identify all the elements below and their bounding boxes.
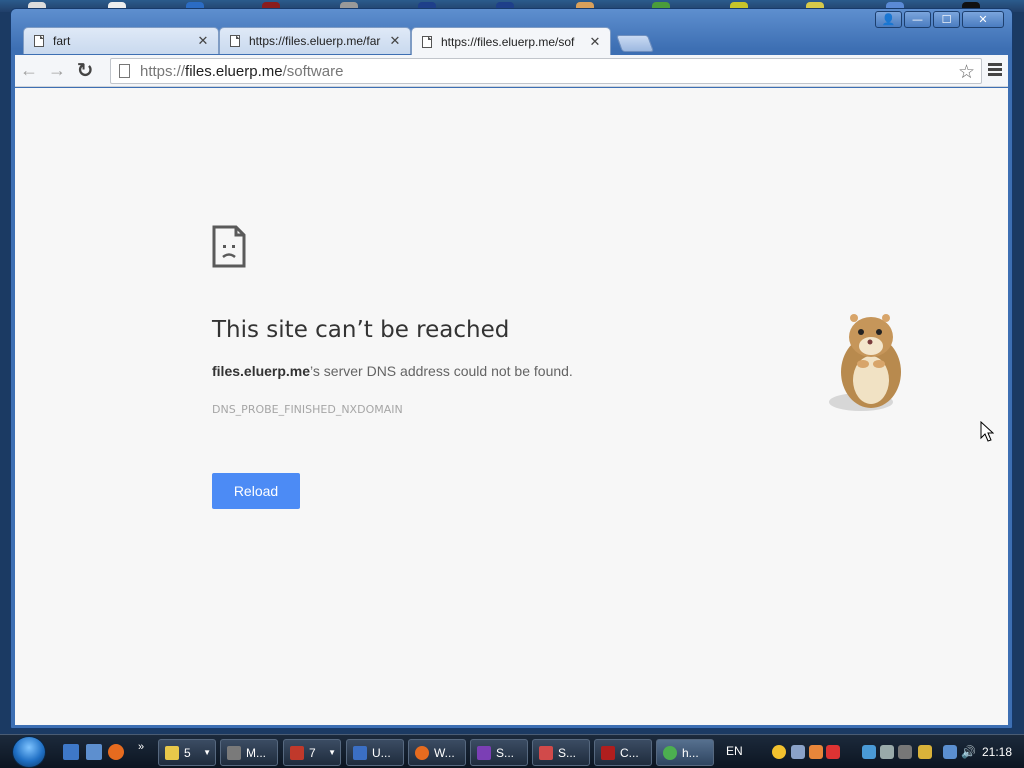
url-scheme: https:// bbox=[140, 62, 186, 80]
address-bar[interactable]: https://files.eluerp.me/software ☆ bbox=[110, 58, 982, 84]
taskbar-button[interactable]: C... bbox=[594, 739, 652, 766]
taskbar-button[interactable]: 7 ▼ bbox=[283, 739, 341, 766]
app-icon bbox=[227, 745, 241, 760]
chevron-down-icon: ▼ bbox=[328, 748, 336, 757]
minimize-button[interactable]: — bbox=[904, 11, 931, 28]
back-button[interactable]: ← bbox=[15, 57, 43, 85]
browser-toolbar: ← → ↻ https://files.eluerp.me/software ☆ bbox=[15, 55, 1008, 87]
bookmark-star-icon[interactable]: ☆ bbox=[958, 61, 975, 84]
tray-icon[interactable] bbox=[791, 745, 805, 759]
tray-icon[interactable] bbox=[918, 745, 932, 759]
taskbar-button-label: 5 bbox=[184, 745, 191, 760]
reload-icon[interactable]: ↻ bbox=[71, 57, 99, 85]
show-desktop-icon[interactable] bbox=[63, 744, 79, 760]
app-icon bbox=[353, 745, 367, 760]
volume-icon[interactable]: 🔊 bbox=[961, 745, 976, 759]
shield-tray-icon[interactable] bbox=[826, 745, 840, 759]
url-path: /software bbox=[282, 62, 344, 80]
tray-icon[interactable] bbox=[898, 745, 912, 759]
tray-icon[interactable] bbox=[862, 745, 876, 759]
tab-label: https://files.eluerp.me/far bbox=[249, 34, 381, 48]
browser-window: 👤 — ☐ ✕ fart ✕ https://files.eluerp.me/f… bbox=[10, 8, 1013, 729]
error-code: DNS_PROBE_FINISHED_NXDOMAIN bbox=[212, 403, 403, 416]
taskbar-button[interactable]: U... bbox=[346, 739, 404, 766]
mouse-cursor-icon bbox=[980, 421, 994, 442]
reload-button[interactable]: Reload bbox=[212, 473, 300, 509]
tab-close-icon[interactable]: ✕ bbox=[588, 34, 602, 50]
new-tab-button[interactable] bbox=[615, 35, 655, 52]
taskbar-button-label: W... bbox=[434, 745, 455, 760]
smiley-tray-icon[interactable] bbox=[772, 745, 786, 759]
language-indicator[interactable]: EN bbox=[726, 744, 743, 758]
tab-files-far[interactable]: https://files.eluerp.me/far ✕ bbox=[219, 27, 411, 54]
tab-label: fart bbox=[53, 34, 71, 48]
hamster-desktop-pet[interactable] bbox=[821, 302, 911, 417]
page-content: This site can’t be reached files.eluerp.… bbox=[15, 88, 1008, 725]
tab-files-software[interactable]: https://files.eluerp.me/sof ✕ bbox=[411, 27, 611, 55]
maximize-button[interactable]: ☐ bbox=[933, 11, 960, 28]
close-window-button[interactable]: ✕ bbox=[962, 11, 1004, 28]
taskbar-button-label: M... bbox=[246, 745, 266, 760]
error-title: This site can’t be reached bbox=[212, 317, 510, 343]
taskbar-button[interactable]: S... bbox=[470, 739, 528, 766]
taskbar-button-label: S... bbox=[496, 745, 515, 760]
app-icon bbox=[601, 745, 615, 760]
app-icon bbox=[290, 745, 304, 760]
url-host: files.eluerp.me bbox=[185, 62, 283, 80]
tab-fart[interactable]: fart ✕ bbox=[23, 27, 219, 54]
page-icon bbox=[34, 35, 44, 47]
taskbar-button-chrome[interactable]: h... bbox=[656, 739, 714, 766]
tab-strip: fart ✕ https://files.eluerp.me/far ✕ htt… bbox=[23, 27, 723, 55]
start-button[interactable] bbox=[12, 736, 46, 768]
taskbar-button[interactable]: M... bbox=[220, 739, 278, 766]
sad-document-icon bbox=[212, 225, 246, 268]
clock[interactable]: 21:18 bbox=[982, 745, 1012, 759]
taskbar-button-label: 7 bbox=[309, 745, 316, 760]
error-description-text: ’s server DNS address could not be found… bbox=[310, 363, 573, 379]
network-icon[interactable] bbox=[943, 745, 957, 759]
page-icon bbox=[422, 35, 432, 48]
tab-close-icon[interactable]: ✕ bbox=[196, 33, 210, 49]
taskbar-button-label: S... bbox=[558, 745, 577, 760]
tray-icon[interactable] bbox=[809, 745, 823, 759]
taskbar-button[interactable]: S... bbox=[532, 739, 590, 766]
window-controls: 👤 — ☐ ✕ bbox=[875, 11, 1004, 28]
user-profile-button[interactable]: 👤 bbox=[875, 11, 902, 28]
taskbar-button-label: h... bbox=[682, 745, 699, 760]
chrome-menu-icon[interactable] bbox=[988, 63, 1002, 78]
taskbar-button-label: U... bbox=[372, 745, 391, 760]
taskbar-button[interactable]: 5 ▼ bbox=[158, 739, 216, 766]
page-icon bbox=[119, 64, 130, 78]
taskbar-button-label: C... bbox=[620, 745, 639, 760]
app-icon bbox=[539, 745, 553, 760]
chevron-down-icon: ▼ bbox=[203, 748, 211, 757]
tab-label: https://files.eluerp.me/sof bbox=[441, 34, 575, 49]
app-icon bbox=[477, 745, 491, 760]
quicklaunch-more-icon[interactable]: » bbox=[138, 741, 148, 757]
error-host: files.eluerp.me bbox=[212, 363, 311, 379]
firefox-icon bbox=[415, 745, 429, 760]
tray-icon[interactable] bbox=[880, 745, 894, 759]
error-description: files.eluerp.me’s server DNS address cou… bbox=[212, 363, 573, 379]
tab-close-icon[interactable]: ✕ bbox=[388, 33, 402, 49]
firefox-icon[interactable] bbox=[108, 744, 124, 760]
forward-button[interactable]: → bbox=[43, 57, 71, 85]
taskbar: » 5 ▼ M... 7 ▼ U... W... S... S... C... … bbox=[0, 734, 1024, 768]
taskbar-button[interactable]: W... bbox=[408, 739, 466, 766]
folder-icon bbox=[165, 745, 179, 760]
chrome-icon bbox=[663, 745, 677, 760]
switch-windows-icon[interactable] bbox=[86, 744, 102, 760]
page-icon bbox=[230, 35, 240, 47]
